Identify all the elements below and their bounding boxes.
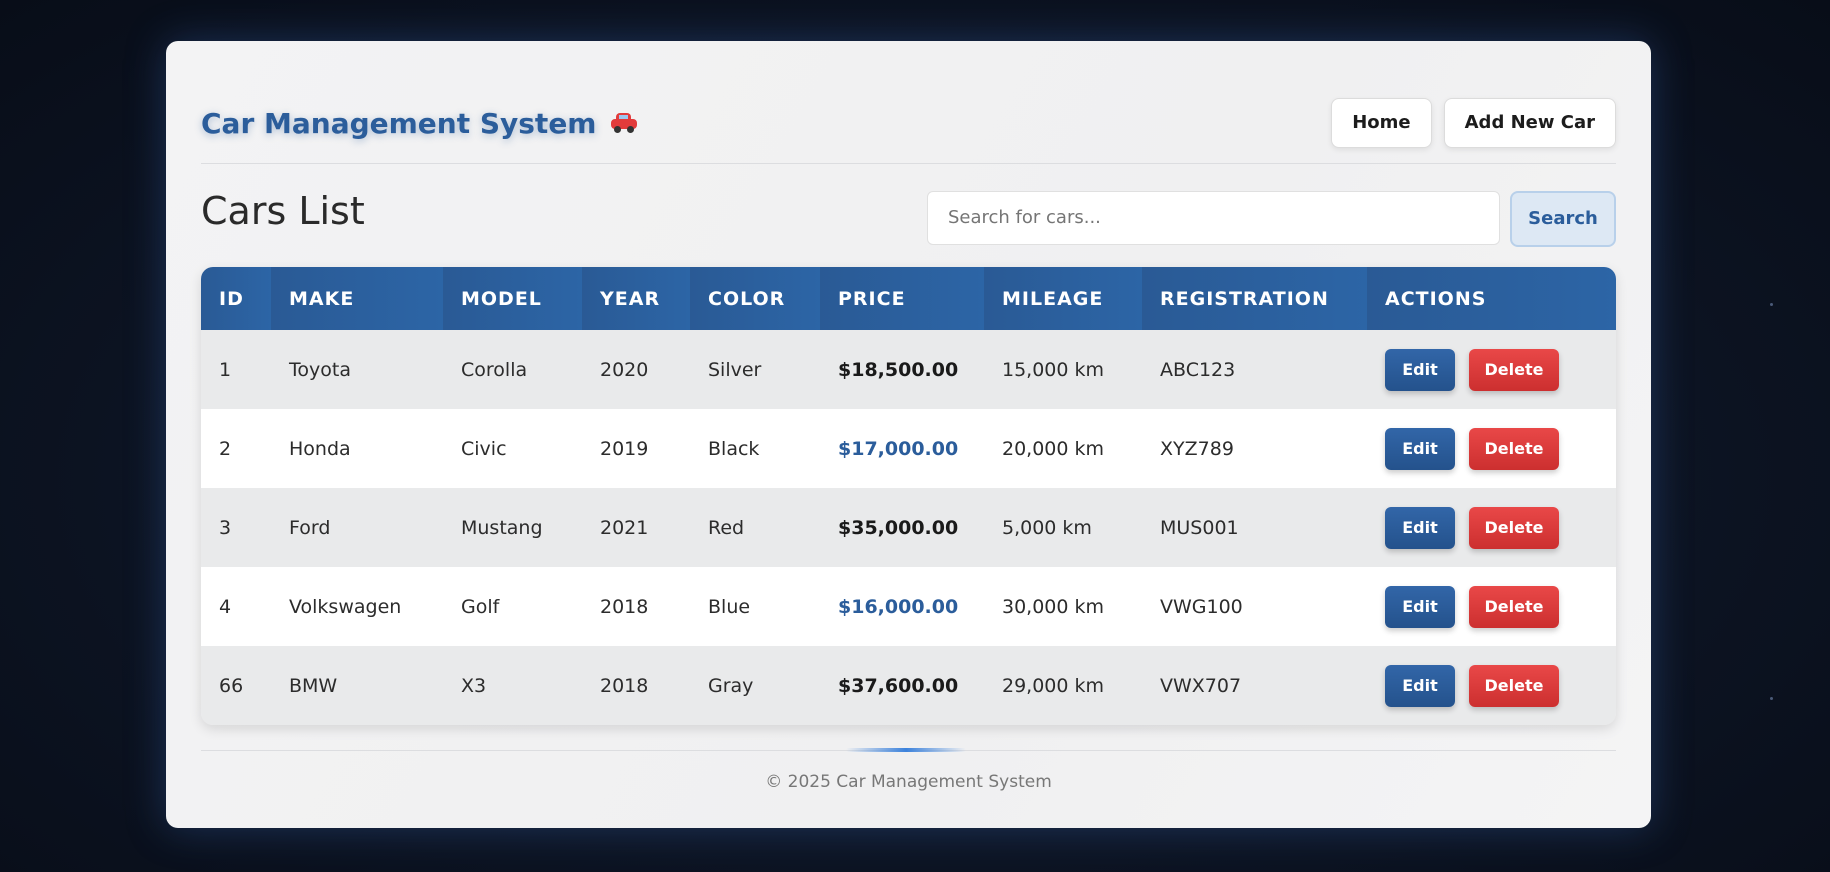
table-row: 66 BMW X3 2018 Gray $37,600.00 29,000 km…: [201, 646, 1616, 725]
cell-price: $37,600.00: [820, 646, 984, 725]
cell-id: 66: [201, 646, 271, 725]
background-star: [1770, 697, 1773, 700]
delete-button[interactable]: Delete: [1469, 664, 1559, 707]
delete-button[interactable]: Delete: [1469, 348, 1559, 391]
column-header-registration: REGISTRATION: [1142, 267, 1367, 330]
cell-color: Gray: [690, 646, 820, 725]
cell-make: Volkswagen: [271, 567, 443, 646]
cell-model: Corolla: [443, 330, 582, 409]
search-input[interactable]: [927, 191, 1500, 245]
cell-year: 2021: [582, 488, 690, 567]
cell-year: 2019: [582, 409, 690, 488]
column-header-actions: ACTIONS: [1367, 267, 1616, 330]
cell-make: Honda: [271, 409, 443, 488]
cell-year: 2020: [582, 330, 690, 409]
cell-price: $16,000.00: [820, 567, 984, 646]
cell-model: Golf: [443, 567, 582, 646]
column-header-year: YEAR: [582, 267, 690, 330]
column-header-id: ID: [201, 267, 271, 330]
edit-button[interactable]: Edit: [1385, 585, 1455, 628]
cell-registration: ABC123: [1142, 330, 1367, 409]
cell-actions: Edit Delete: [1367, 488, 1616, 567]
background-star: [1770, 303, 1773, 306]
cell-year: 2018: [582, 646, 690, 725]
column-header-make: MAKE: [271, 267, 443, 330]
cell-make: Ford: [271, 488, 443, 567]
search-button[interactable]: Search: [1510, 191, 1616, 247]
delete-button[interactable]: Delete: [1469, 585, 1559, 628]
cell-color: Silver: [690, 330, 820, 409]
main-card: Car Management System Home Add New Car C…: [166, 41, 1651, 828]
cell-actions: Edit Delete: [1367, 567, 1616, 646]
cell-year: 2018: [582, 567, 690, 646]
column-header-model: MODEL: [443, 267, 582, 330]
table-header-row: ID MAKE MODEL YEAR COLOR PRICE MILEAGE R…: [201, 267, 1616, 330]
cars-table: ID MAKE MODEL YEAR COLOR PRICE MILEAGE R…: [201, 267, 1616, 725]
app-brand[interactable]: Car Management System: [201, 107, 639, 140]
home-button[interactable]: Home: [1331, 98, 1432, 148]
edit-button[interactable]: Edit: [1385, 427, 1455, 470]
cell-registration: XYZ789: [1142, 409, 1367, 488]
cell-make: BMW: [271, 646, 443, 725]
cell-mileage: 15,000 km: [984, 330, 1142, 409]
cell-mileage: 29,000 km: [984, 646, 1142, 725]
column-header-price: PRICE: [820, 267, 984, 330]
table-row: 2 Honda Civic 2019 Black $17,000.00 20,0…: [201, 409, 1616, 488]
header-divider: [201, 163, 1616, 164]
search-bar: Search: [927, 191, 1616, 247]
table-row: 3 Ford Mustang 2021 Red $35,000.00 5,000…: [201, 488, 1616, 567]
car-icon: [609, 112, 639, 134]
edit-button[interactable]: Edit: [1385, 664, 1455, 707]
edit-button[interactable]: Edit: [1385, 506, 1455, 549]
cell-mileage: 5,000 km: [984, 488, 1142, 567]
table-row: 4 Volkswagen Golf 2018 Blue $16,000.00 3…: [201, 567, 1616, 646]
delete-button[interactable]: Delete: [1469, 506, 1559, 549]
app-title: Car Management System: [201, 106, 597, 140]
cell-registration: MUS001: [1142, 488, 1367, 567]
cell-color: Black: [690, 409, 820, 488]
cell-model: X3: [443, 646, 582, 725]
column-header-mileage: MILEAGE: [984, 267, 1142, 330]
cell-mileage: 20,000 km: [984, 409, 1142, 488]
cell-model: Mustang: [443, 488, 582, 567]
footer-accent: [846, 748, 966, 752]
cell-color: Blue: [690, 567, 820, 646]
cell-price: $17,000.00: [820, 409, 984, 488]
cell-id: 1: [201, 330, 271, 409]
cell-registration: VWG100: [1142, 567, 1367, 646]
column-header-color: COLOR: [690, 267, 820, 330]
cell-id: 2: [201, 409, 271, 488]
cell-color: Red: [690, 488, 820, 567]
cell-price: $18,500.00: [820, 330, 984, 409]
cell-model: Civic: [443, 409, 582, 488]
edit-button[interactable]: Edit: [1385, 348, 1455, 391]
cell-actions: Edit Delete: [1367, 330, 1616, 409]
cell-make: Toyota: [271, 330, 443, 409]
page-title: Cars List: [201, 189, 365, 233]
cell-id: 3: [201, 488, 271, 567]
cell-price: $35,000.00: [820, 488, 984, 567]
cell-mileage: 30,000 km: [984, 567, 1142, 646]
add-new-car-button[interactable]: Add New Car: [1443, 98, 1616, 148]
delete-button[interactable]: Delete: [1469, 427, 1559, 470]
app-header: Car Management System Home Add New Car: [201, 93, 1616, 153]
cell-actions: Edit Delete: [1367, 646, 1616, 725]
cell-actions: Edit Delete: [1367, 409, 1616, 488]
table-row: 1 Toyota Corolla 2020 Silver $18,500.00 …: [201, 330, 1616, 409]
top-nav: Home Add New Car: [1331, 98, 1616, 148]
cell-id: 4: [201, 567, 271, 646]
cell-registration: VWX707: [1142, 646, 1367, 725]
footer-text: © 2025 Car Management System: [765, 772, 1052, 792]
